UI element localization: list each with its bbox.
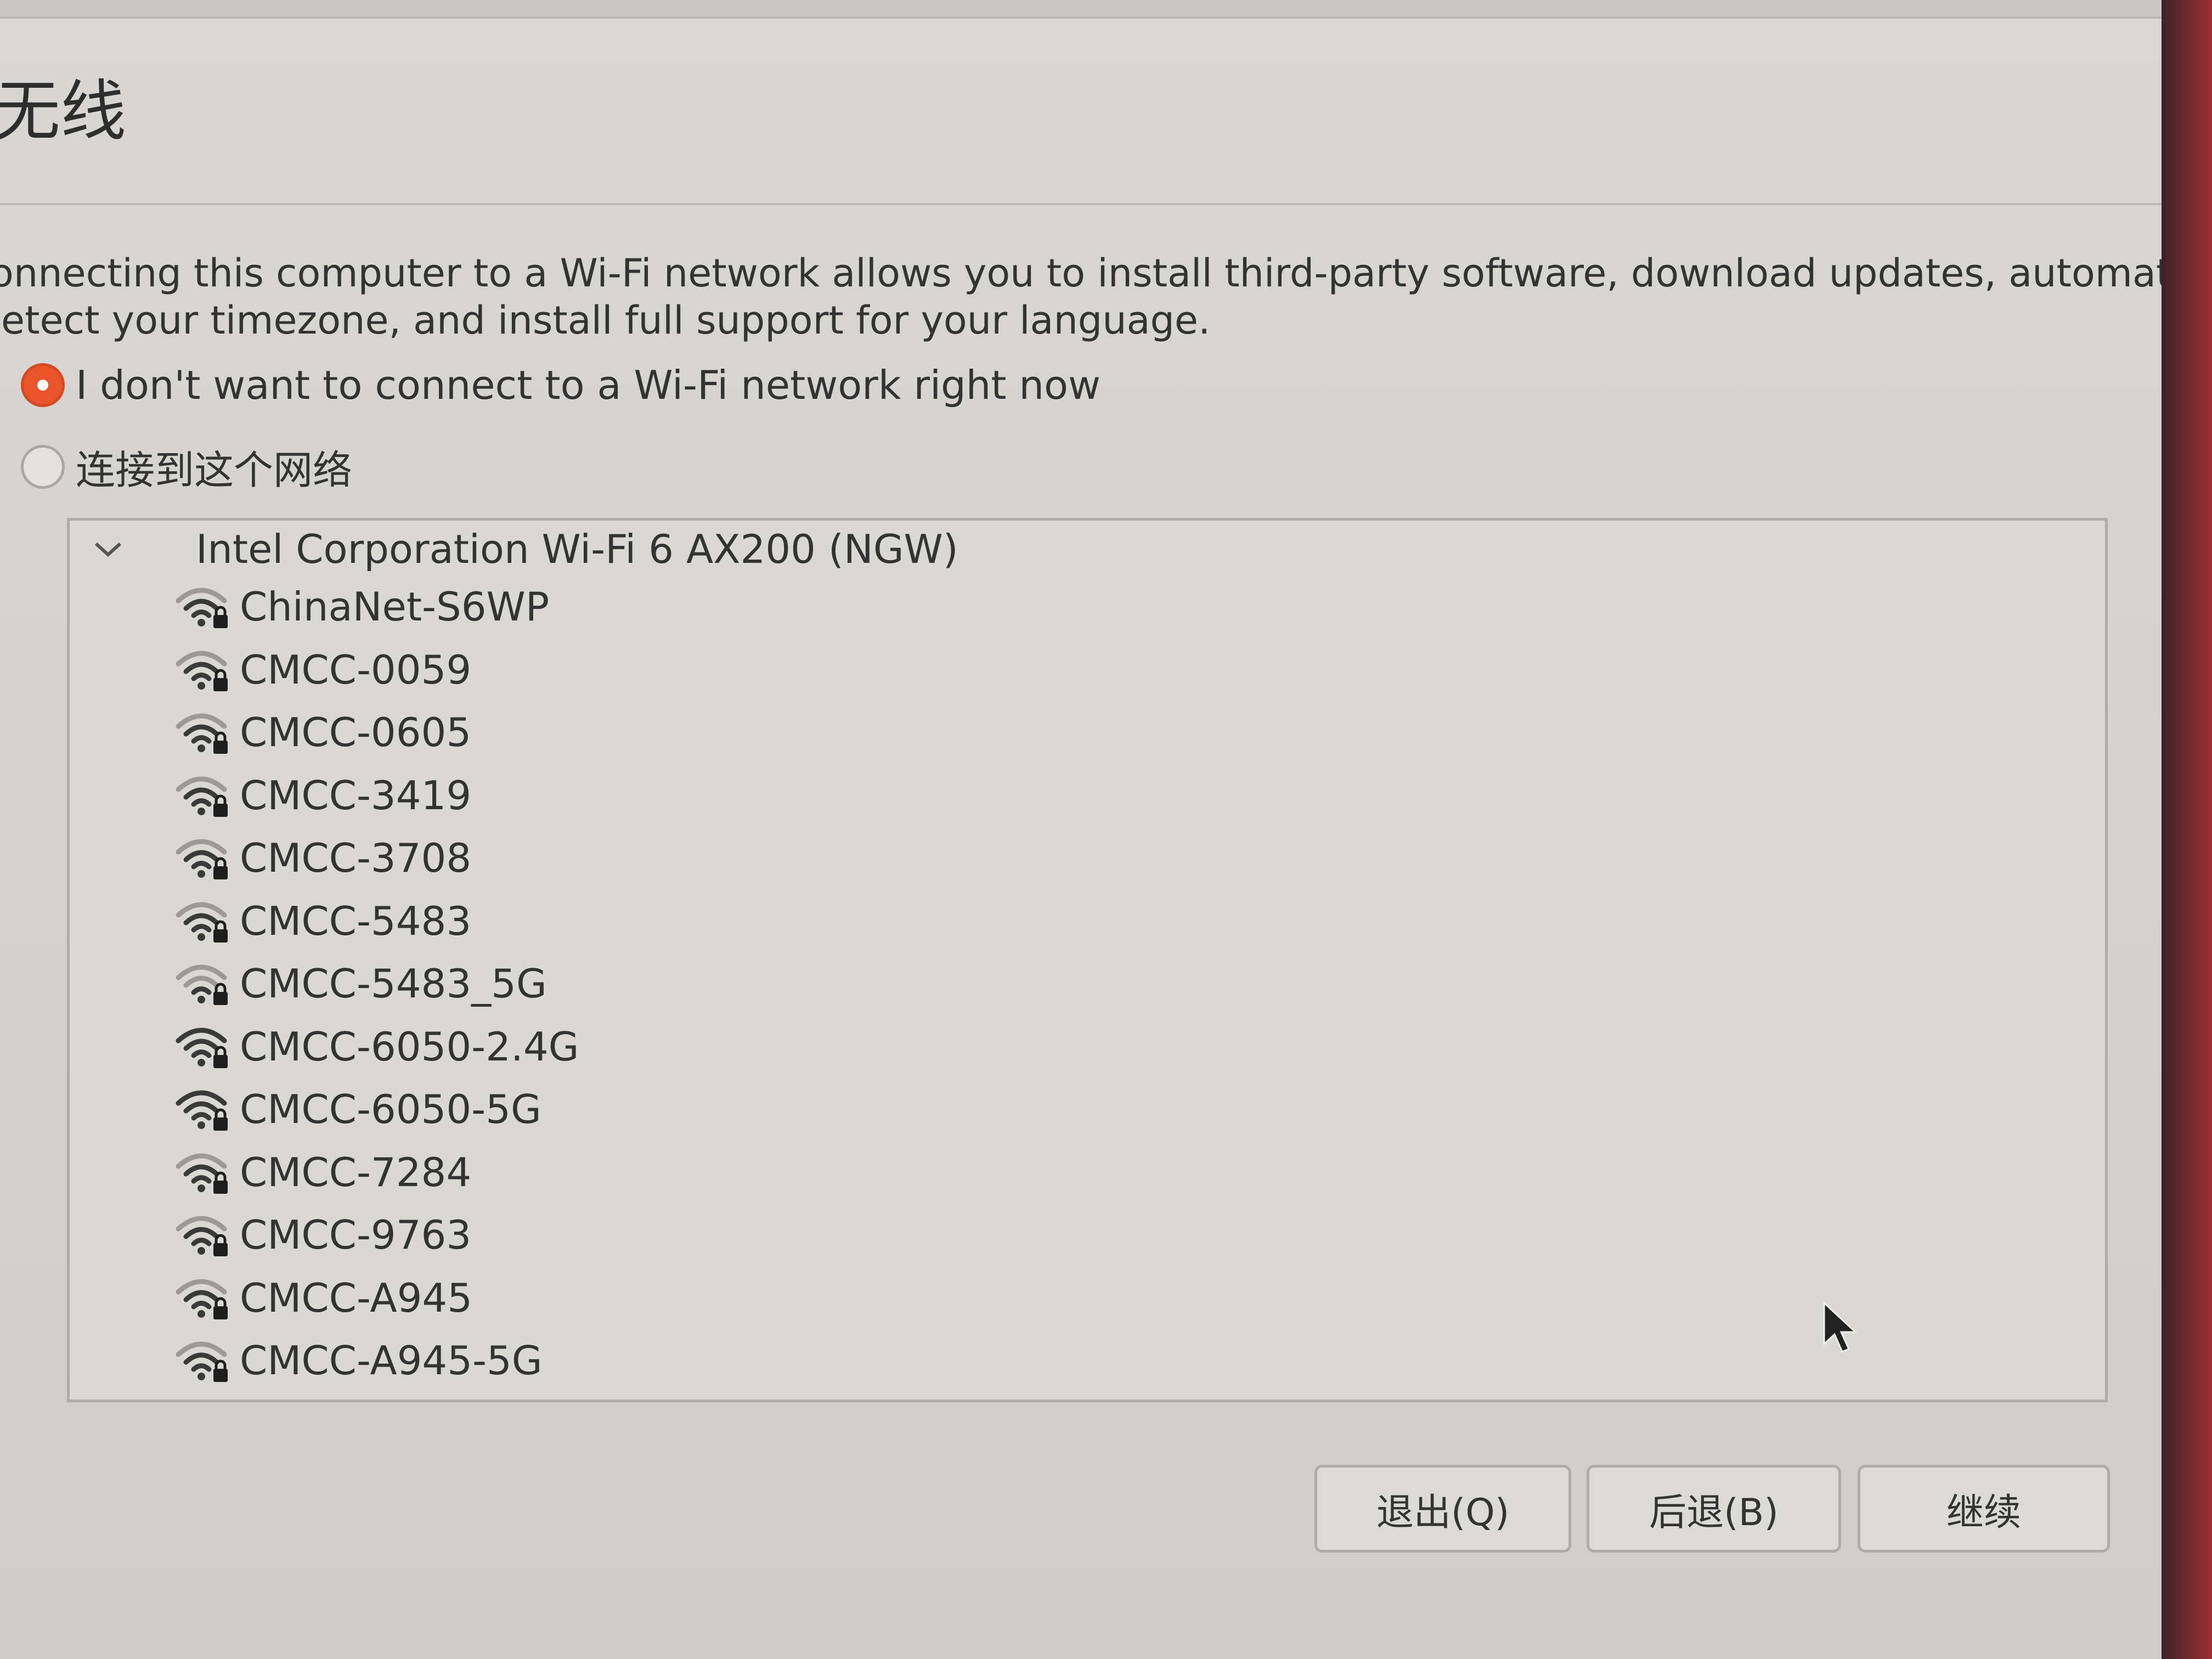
network-name: CMCC-6050-2.4G [240,1023,579,1070]
network-name: CMCC-6050-5G [240,1086,541,1133]
wifi-secured-icon [176,1279,228,1319]
network-name: CMCC-7284 [240,1149,472,1195]
network-name: CMCC-A945 [240,1274,473,1321]
quit-button[interactable]: 退出(Q) [1314,1465,1571,1553]
option-connect-network[interactable]: 连接到这个网络 [21,438,352,495]
chevron-down-icon[interactable] [86,527,130,571]
connect-network-radio[interactable] [21,444,65,489]
network-name: CMCC-3708 [240,835,472,882]
network-list: ChinaNet-S6WP CMCC-0059 CMCC-0605 CMCC-3419… [174,575,579,1392]
network-list-box: Intel Corporation Wi-Fi 6 AX200 (NGW) Ch… [67,518,2108,1402]
network-item[interactable]: CMCC-0059 [174,639,579,702]
network-item[interactable]: CMCC-A945 [174,1267,579,1330]
network-item[interactable]: CMCC-7284 [174,1141,579,1204]
network-item[interactable]: ChinaNet-S6WP [174,575,579,639]
wifi-secured-icon [176,588,228,629]
network-item[interactable]: CMCC-6050-5G [174,1078,579,1141]
installer-window: 无线 onnecting this computer to a Wi-Fi ne… [0,0,2212,1659]
network-item[interactable]: CMCC-6050-2.4G [174,1015,579,1079]
no-connect-label: I don't want to connect to a Wi-Fi netwo… [76,362,1101,408]
wifi-secured-icon [176,964,228,1006]
description-line-2: etect your timezone, and install full su… [1,298,1211,343]
wifi-secured-icon [176,1341,228,1383]
continue-button[interactable]: 继续 [1858,1465,2110,1553]
network-item[interactable]: CMCC-5483_5G [174,952,579,1015]
option-no-connect[interactable]: I don't want to connect to a Wi-Fi netwo… [21,362,1101,408]
network-name: CMCC-A945-5G [240,1338,543,1384]
wifi-secured-icon [176,713,228,754]
network-item[interactable]: CMCC-3419 [174,764,579,827]
back-button[interactable]: 后退(B) [1587,1465,1841,1553]
wifi-secured-icon [176,1153,228,1194]
network-name: CMCC-5483 [240,898,472,944]
network-name: CMCC-0605 [240,709,472,756]
page-title: 无线 [0,74,126,150]
wifi-secured-icon [176,1090,228,1131]
network-item[interactable]: CMCC-A945-5G [174,1329,579,1392]
desktop-background-edge [2162,0,2212,1659]
description-line-1: onnecting this computer to a Wi-Fi netwo… [0,251,2212,296]
network-item[interactable]: CMCC-9763 [174,1204,579,1267]
network-name: CMCC-9763 [240,1212,472,1259]
window-top-bar [0,0,2162,19]
description-text: onnecting this computer to a Wi-Fi netwo… [0,250,2212,344]
no-connect-radio[interactable] [21,363,65,407]
network-name: ChinaNet-S6WP [240,584,550,630]
network-name: CMCC-0059 [240,646,472,693]
adapter-label: Intel Corporation Wi-Fi 6 AX200 (NGW) [196,526,958,572]
wifi-secured-icon [176,651,228,691]
network-name: CMCC-5483_5G [240,961,547,1007]
wifi-secured-icon [176,1216,228,1257]
adapter-row[interactable]: Intel Corporation Wi-Fi 6 AX200 (NGW) [86,526,958,572]
network-name: CMCC-3419 [240,772,472,819]
mouse-pointer-icon [1823,1301,1858,1353]
title-separator [0,203,2162,205]
network-item[interactable]: CMCC-3708 [174,827,579,890]
wifi-secured-icon [176,902,228,943]
wifi-secured-icon [176,839,228,880]
network-item[interactable]: CMCC-0605 [174,701,579,764]
wifi-secured-icon [176,776,228,817]
wifi-secured-icon [176,1028,228,1068]
network-item[interactable]: CMCC-5483 [174,890,579,953]
connect-network-label: 连接到这个网络 [76,447,353,493]
